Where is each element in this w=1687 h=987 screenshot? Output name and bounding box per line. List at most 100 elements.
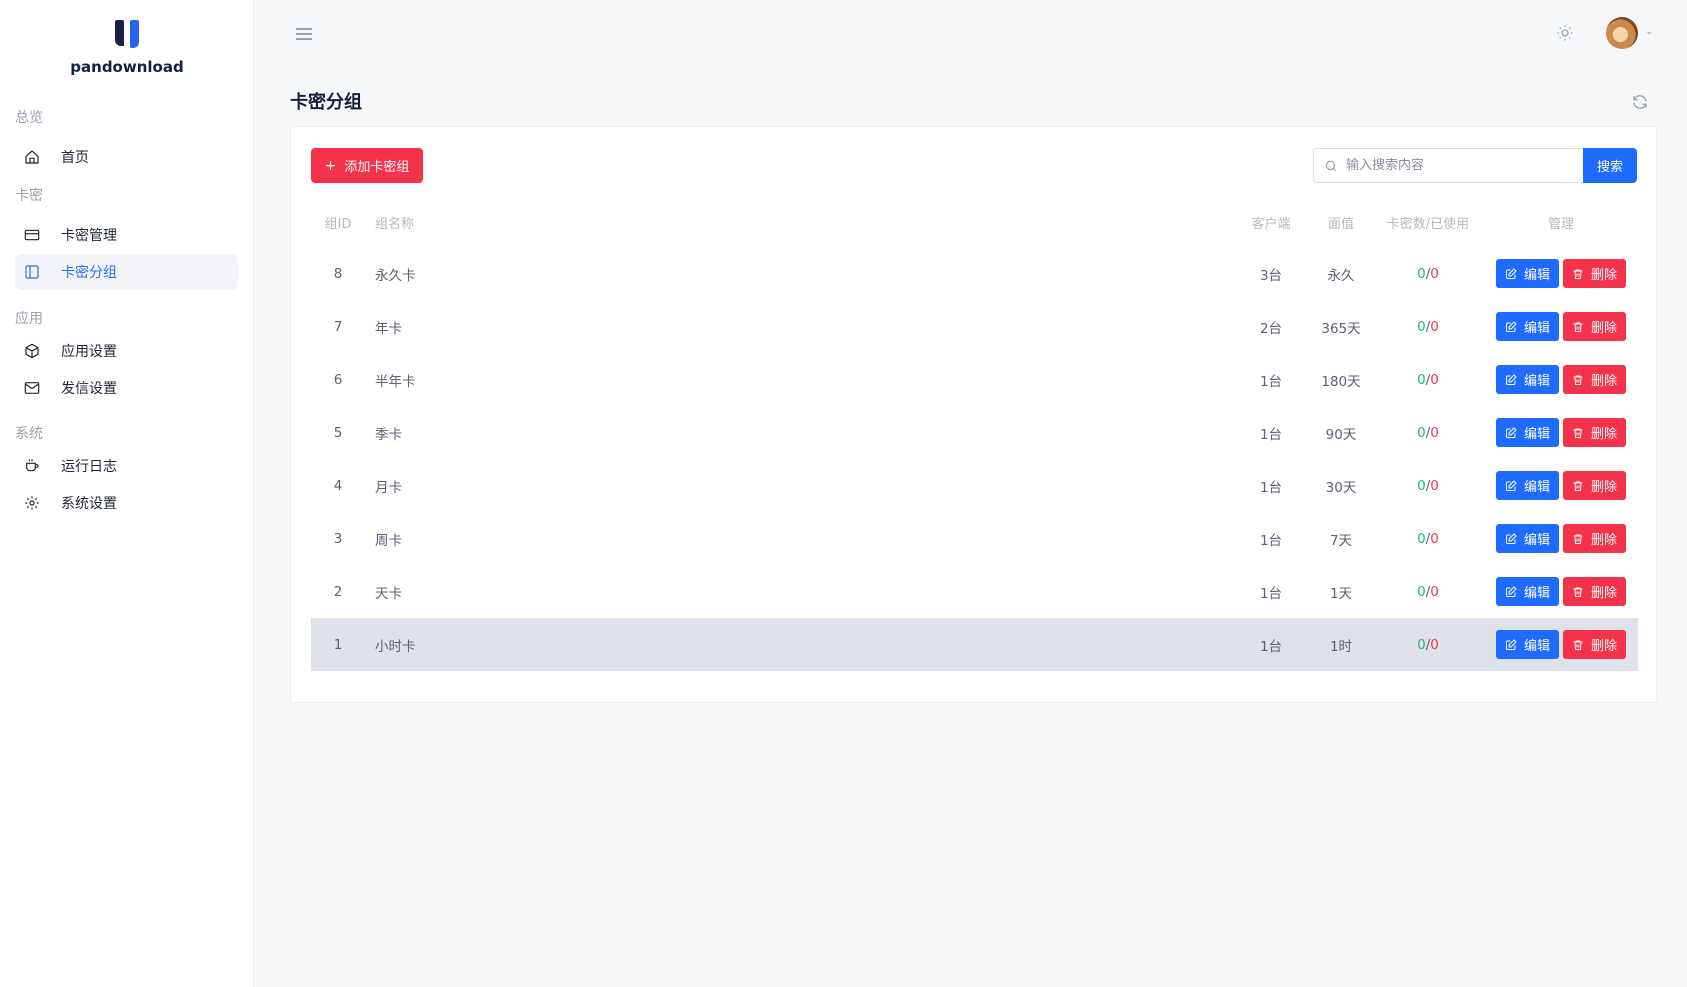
trash-icon <box>1573 587 1583 597</box>
trash-icon <box>1573 322 1583 332</box>
header-client: 客户端 <box>1251 216 1291 232</box>
table-body: 8 永久卡 3台 永久 0/0 编辑 删除 7 年卡 2台 365天 0/0 编… <box>311 247 1638 671</box>
count-used: 0 <box>1430 477 1439 494</box>
edit-icon <box>1505 267 1517 279</box>
count-total: 0 <box>1417 477 1426 494</box>
delete-button[interactable]: 删除 <box>1563 259 1627 288</box>
delete-button[interactable]: 删除 <box>1563 630 1627 659</box>
header-face-value: 面值 <box>1327 216 1354 232</box>
edit-button[interactable]: 编辑 <box>1495 471 1559 500</box>
table-row: 7 年卡 2台 365天 0/0 编辑 删除 <box>311 300 1638 353</box>
search-icon <box>1325 160 1337 171</box>
count-total: 0 <box>1417 583 1426 600</box>
count-used: 0 <box>1430 318 1439 335</box>
brand-logo[interactable]: pandownload <box>0 18 254 76</box>
edit-label: 编辑 <box>1523 268 1550 283</box>
delete-button[interactable]: 删除 <box>1563 418 1627 447</box>
sidebar-item-card-manage[interactable]: 卡密管理 <box>15 217 238 253</box>
table-row: 3 周卡 1台 7天 0/0 编辑 删除 <box>311 512 1638 565</box>
chevron-down-icon[interactable]: ⌄ <box>1645 26 1653 37</box>
edit-button[interactable]: 编辑 <box>1495 418 1559 447</box>
sidebar-item-label: 应用设置 <box>61 344 117 360</box>
edit-icon <box>1505 479 1517 491</box>
edit-icon <box>1505 638 1517 650</box>
nav-group-system: 系统 <box>15 426 43 442</box>
cell-manage: 编辑 删除 <box>1491 618 1631 671</box>
delete-label: 删除 <box>1591 321 1618 336</box>
cell-count: 0/0 <box>1373 512 1483 565</box>
header-id: 组ID <box>324 216 352 232</box>
count-total: 0 <box>1417 371 1426 388</box>
avatar[interactable] <box>1606 17 1638 49</box>
edit-label: 编辑 <box>1523 480 1550 495</box>
cell-face-value: 90天 <box>1325 426 1357 443</box>
cell-name: 天卡 <box>375 585 402 602</box>
gear-icon <box>23 494 41 512</box>
cell-manage: 编辑 删除 <box>1491 247 1631 300</box>
sidebar-item-system-settings[interactable]: 系统设置 <box>15 485 238 521</box>
cell-id: 3 <box>333 530 343 547</box>
cell-count: 0/0 <box>1373 247 1483 300</box>
cell-id: 2 <box>333 583 343 600</box>
sidebar-item-app-settings[interactable]: 应用设置 <box>15 333 238 369</box>
edit-button[interactable]: 编辑 <box>1495 524 1559 553</box>
edit-button[interactable]: 编辑 <box>1495 630 1559 659</box>
nav-group-app: 应用 <box>15 311 43 327</box>
page-title: 卡密分组 <box>290 92 362 113</box>
count-total: 0 <box>1417 530 1426 547</box>
trash-icon <box>1573 640 1583 650</box>
delete-label: 删除 <box>1591 374 1618 389</box>
edit-button[interactable]: 编辑 <box>1495 312 1559 341</box>
menu-toggle-icon[interactable] <box>296 28 312 40</box>
count-used: 0 <box>1430 530 1439 547</box>
cell-client: 2台 <box>1259 320 1283 337</box>
brand-name: pandownload <box>70 58 184 76</box>
delete-button[interactable]: 删除 <box>1563 365 1627 394</box>
sidebar-item-card-group[interactable]: 卡密分组 <box>15 254 238 290</box>
cell-face-value: 7天 <box>1329 532 1353 549</box>
edit-label: 编辑 <box>1523 427 1550 442</box>
theme-toggle-icon[interactable] <box>1556 24 1574 42</box>
cell-name: 周卡 <box>375 532 402 549</box>
edit-button[interactable]: 编辑 <box>1495 365 1559 394</box>
nav-group-overview: 总览 <box>15 110 43 126</box>
cell-client: 1台 <box>1259 638 1283 655</box>
cell-manage: 编辑 删除 <box>1491 512 1631 565</box>
count-total: 0 <box>1417 265 1426 282</box>
sidebar-item-mail-settings[interactable]: 发信设置 <box>15 370 238 406</box>
trash-icon <box>1573 534 1583 544</box>
sidebar-item-home[interactable]: 首页 <box>15 139 238 175</box>
delete-label: 删除 <box>1591 480 1618 495</box>
table-header: 组ID 组名称 客户端 面值 卡密数/已使用 管理 <box>311 197 1638 247</box>
cell-id: 6 <box>333 371 343 388</box>
cell-client: 3台 <box>1259 267 1283 284</box>
edit-button[interactable]: 编辑 <box>1495 577 1559 606</box>
count-used: 0 <box>1430 424 1439 441</box>
edit-button[interactable]: 编辑 <box>1495 259 1559 288</box>
header-manage: 管理 <box>1547 216 1574 232</box>
cell-manage: 编辑 删除 <box>1491 565 1631 618</box>
cell-manage: 编辑 删除 <box>1491 406 1631 459</box>
sidebar-panel-icon <box>23 263 41 281</box>
add-card-group-button[interactable]: + 添加卡密组 <box>311 148 423 183</box>
cell-id: 5 <box>333 424 343 441</box>
cell-name: 月卡 <box>375 479 402 496</box>
delete-button[interactable]: 删除 <box>1563 524 1627 553</box>
card-group-table: 组ID 组名称 客户端 面值 卡密数/已使用 管理 8 永久卡 3台 永久 0/… <box>311 197 1638 671</box>
cell-face-value: 180天 <box>1321 373 1361 390</box>
search-button[interactable]: 搜索 <box>1583 148 1637 183</box>
trash-icon <box>1573 481 1583 491</box>
refresh-icon[interactable] <box>1631 93 1649 111</box>
delete-button[interactable]: 删除 <box>1563 471 1627 500</box>
search-input[interactable] <box>1346 158 1566 173</box>
delete-button[interactable]: 删除 <box>1563 312 1627 341</box>
cell-count: 0/0 <box>1373 300 1483 353</box>
delete-button[interactable]: 删除 <box>1563 577 1627 606</box>
cell-manage: 编辑 删除 <box>1491 459 1631 512</box>
header-count: 卡密数/已使用 <box>1386 216 1470 232</box>
table-row: 4 月卡 1台 30天 0/0 编辑 删除 <box>311 459 1638 512</box>
cell-client: 1台 <box>1259 426 1283 443</box>
edit-label: 编辑 <box>1523 533 1550 548</box>
cell-id: 4 <box>333 477 343 494</box>
sidebar-item-logs[interactable]: 运行日志 <box>15 448 238 484</box>
